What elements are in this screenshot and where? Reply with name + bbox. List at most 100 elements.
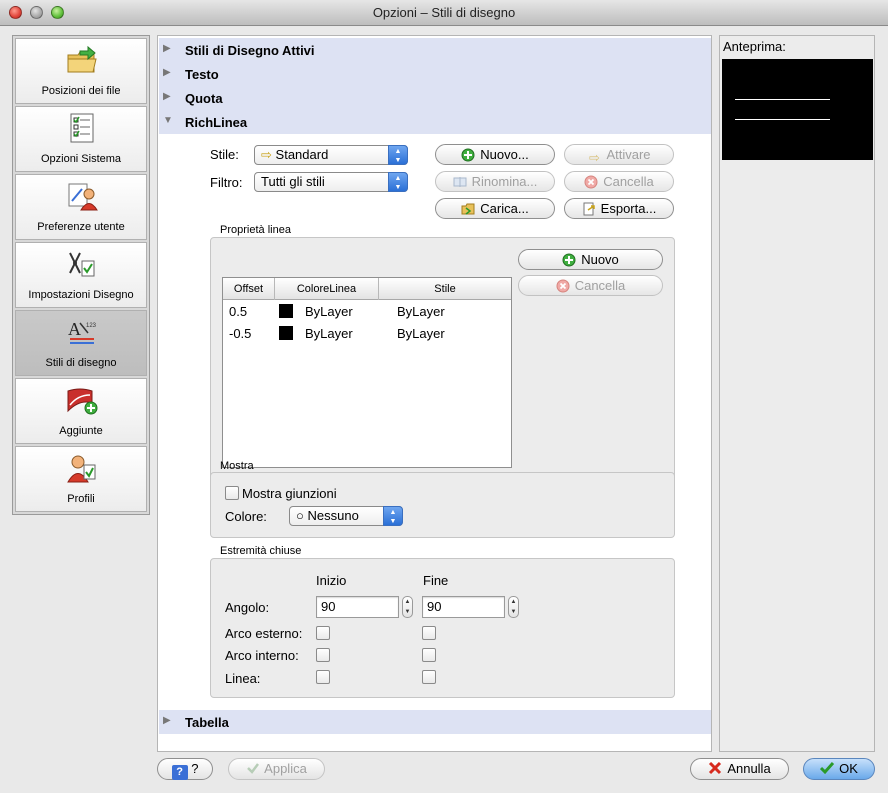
- help-icon: ?: [171, 765, 188, 780]
- user-preferences-icon: [68, 183, 98, 211]
- preview-line: [735, 99, 830, 100]
- inner-arc-label: Arco interno:: [225, 648, 299, 663]
- disclosure-right-icon: ▶: [163, 715, 171, 726]
- column-header-offset[interactable]: Offset: [223, 278, 275, 300]
- show-joints-checkbox[interactable]: [225, 486, 239, 500]
- offset-cell: -0.5: [229, 326, 252, 341]
- delete-icon: [584, 175, 598, 189]
- sidebar-item-file-locations[interactable]: Posizioni dei file: [15, 38, 147, 104]
- sidebar-item-label: Posizioni dei file: [41, 85, 121, 97]
- disclosure-right-icon: ▶: [163, 67, 171, 78]
- sidebar-item-user-preferences[interactable]: Preferenze utente: [15, 174, 147, 240]
- delete-line-button[interactable]: Cancella: [518, 275, 663, 296]
- sidebar-item-label: Profili: [67, 493, 95, 505]
- line-cap-end-checkbox[interactable]: [422, 670, 436, 684]
- load-style-button[interactable]: Carica...: [435, 198, 555, 219]
- new-line-button[interactable]: Nuovo: [518, 249, 663, 270]
- sidebar-item-drawing-styles[interactable]: A 123 Stili di disegno: [15, 310, 147, 376]
- activate-style-button[interactable]: ⇨ Attivare: [564, 144, 674, 165]
- angle-start-stepper[interactable]: ▲ ▼: [402, 596, 413, 618]
- filter-select[interactable]: Tutti gli stili ▲ ▼: [254, 172, 408, 192]
- delete-style-button[interactable]: Cancella: [564, 171, 674, 192]
- line-cap-start-checkbox[interactable]: [316, 670, 330, 684]
- display-title: Mostra: [220, 460, 254, 472]
- filter-label: Filtro:: [210, 175, 243, 190]
- export-icon: [583, 202, 595, 216]
- sidebar-item-label: Opzioni Sistema: [40, 153, 122, 165]
- table-row[interactable]: -0.5 ByLayer ByLayer: [223, 323, 511, 345]
- new-style-button[interactable]: Nuovo...: [435, 144, 555, 165]
- caps-start-header: Inizio: [316, 573, 347, 588]
- caps-title: Estremità chiuse: [220, 545, 302, 557]
- table-header: Offset ColoreLinea Stile: [223, 278, 511, 300]
- preview-canvas: [722, 59, 873, 160]
- cancel-button[interactable]: Annulla: [690, 758, 789, 780]
- addins-icon: [67, 388, 98, 415]
- color-cell: ByLayer: [279, 323, 353, 345]
- drawing-settings-icon: [69, 252, 95, 277]
- section-multiline[interactable]: ▼ RichLinea: [159, 110, 711, 134]
- line-properties-table: Offset ColoreLinea Stile 0.5 ByLayer ByL…: [222, 277, 512, 468]
- checklist-icon: [70, 113, 94, 143]
- sidebar-item-addins[interactable]: Aggiunte: [15, 378, 147, 444]
- rename-style-button[interactable]: Rinomina...: [435, 171, 555, 192]
- section-text[interactable]: ▶ Testo: [159, 62, 711, 86]
- title-bar: Opzioni – Stili di disegno: [0, 0, 888, 26]
- sidebar-item-label: Impostazioni Disegno: [28, 289, 134, 301]
- sidebar-item-label: Preferenze utente: [37, 221, 125, 233]
- sidebar-item-system-options[interactable]: Opzioni Sistema: [15, 106, 147, 172]
- style-cell: ByLayer: [397, 326, 445, 341]
- angle-end-stepper[interactable]: ▲ ▼: [508, 596, 519, 618]
- angle-label: Angolo:: [225, 600, 270, 615]
- sidebar-item-profiles[interactable]: Profili: [15, 446, 147, 512]
- cancel-x-icon: [709, 761, 722, 775]
- show-joints-label: Mostra giunzioni: [242, 486, 337, 501]
- ok-button[interactable]: OK: [803, 758, 875, 780]
- preview-line: [735, 119, 830, 120]
- table-row[interactable]: 0.5 ByLayer ByLayer: [223, 301, 511, 323]
- options-sidebar: Posizioni dei file Opzioni Sistema Prefe…: [12, 35, 150, 515]
- window-title: Opzioni – Stili di disegno: [372, 5, 516, 20]
- color-label: Colore:: [225, 509, 267, 524]
- disclosure-right-icon: ▶: [163, 43, 171, 54]
- section-dimension[interactable]: ▶ Quota: [159, 86, 711, 110]
- sidebar-item-drawing-settings[interactable]: Impostazioni Disegno: [15, 242, 147, 308]
- inner-arc-start-checkbox[interactable]: [316, 648, 330, 662]
- column-header-color[interactable]: ColoreLinea: [275, 278, 379, 300]
- angle-end-field[interactable]: 90: [422, 596, 505, 618]
- offset-cell: 0.5: [229, 304, 248, 319]
- color-cell: ByLayer: [279, 301, 353, 323]
- profiles-icon: [67, 455, 96, 483]
- angle-start-field[interactable]: 90: [316, 596, 399, 618]
- delete-icon: [556, 279, 570, 293]
- apply-button[interactable]: Applica: [228, 758, 325, 780]
- add-green-icon: [562, 253, 576, 267]
- style-select[interactable]: ⇨ Standard ▲ ▼: [254, 145, 408, 165]
- add-green-icon: [461, 148, 475, 162]
- disclosure-right-icon: ▶: [163, 91, 171, 102]
- section-active-styles[interactable]: ▶ Stili di Disegno Attivi: [159, 38, 711, 62]
- outer-arc-start-checkbox[interactable]: [316, 626, 330, 640]
- outer-arc-end-checkbox[interactable]: [422, 626, 436, 640]
- fill-color-select[interactable]: ○ Nessuno ▲ ▼: [289, 506, 403, 526]
- folder-arrow-icon: [67, 45, 97, 73]
- inner-arc-end-checkbox[interactable]: [422, 648, 436, 662]
- section-table[interactable]: ▶ Tabella: [159, 710, 711, 734]
- column-header-style[interactable]: Stile: [379, 278, 511, 300]
- disclosure-down-icon: ▼: [163, 115, 173, 126]
- sidebar-item-label: Stili di disegno: [45, 357, 117, 369]
- rename-icon: [453, 177, 467, 187]
- export-style-button[interactable]: Esporta...: [564, 198, 674, 219]
- svg-text:A: A: [68, 319, 81, 339]
- outer-arc-label: Arco esterno:: [225, 626, 303, 641]
- help-button[interactable]: ? ?: [157, 758, 213, 780]
- arrow-right-icon: ⇨: [589, 150, 600, 165]
- style-cell: ByLayer: [397, 304, 445, 319]
- dialog-body: Posizioni dei file Opzioni Sistema Prefe…: [0, 27, 888, 793]
- sidebar-item-label: Aggiunte: [59, 425, 103, 437]
- load-folder-icon: [461, 203, 475, 215]
- popup-arrows-icon: ▲ ▼: [388, 172, 408, 192]
- color-swatch: [279, 304, 293, 318]
- preview-panel: Anteprima:: [719, 35, 875, 752]
- line-properties-title: Proprietà linea: [220, 224, 291, 236]
